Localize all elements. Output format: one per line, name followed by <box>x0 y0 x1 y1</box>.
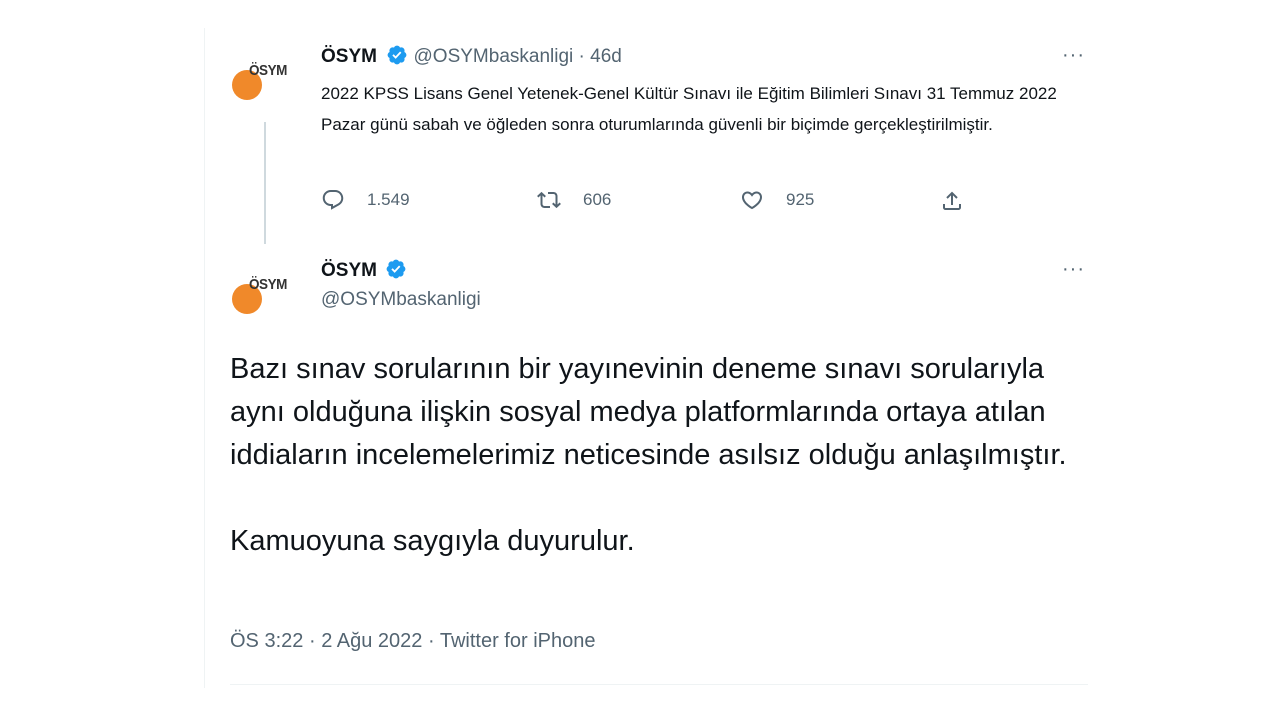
quoted-time[interactable]: 46d <box>590 46 622 67</box>
main-avatar[interactable]: ÖSYM <box>232 274 296 314</box>
verified-badge-icon <box>387 259 406 279</box>
quoted-more-button[interactable]: ··· <box>1062 44 1085 67</box>
like-button[interactable]: 925 <box>740 188 814 212</box>
thread-line <box>264 122 266 244</box>
main-tweet-header: ÖSYM <box>321 258 407 282</box>
reply-button[interactable]: 1.549 <box>321 188 410 212</box>
verified-badge-icon <box>387 45 407 65</box>
retweet-icon <box>537 191 561 209</box>
tweet-date: 2 Ağu 2022 <box>321 630 423 652</box>
main-tweet-paragraph: Kamuoyuna saygıyla duyurulur. <box>230 525 635 557</box>
quoted-avatar[interactable]: ÖSYM <box>232 60 296 100</box>
separator-dot: · <box>578 46 585 67</box>
quoted-handle[interactable]: @OSYMbaskanligi <box>414 46 574 67</box>
quoted-display-name[interactable]: ÖSYM <box>321 46 377 67</box>
tweet-source[interactable]: Twitter for iPhone <box>440 630 596 652</box>
main-handle[interactable]: @OSYMbaskanligi <box>321 289 481 311</box>
tweet-metadata: ÖS 3:22 · 2 Ağu 2022 · Twitter for iPhon… <box>230 630 595 653</box>
quoted-tweet-text: 2022 KPSS Lisans Genel Yetenek-Genel Kül… <box>321 84 1057 134</box>
reply-count: 1.549 <box>367 190 410 209</box>
avatar-logo-text: ÖSYM <box>249 62 287 79</box>
main-more-button[interactable]: ··· <box>1062 258 1085 281</box>
tweet-time: ÖS 3:22 <box>230 630 304 652</box>
main-tweet-paragraph: Bazı sınav sorularının bir yayınevinin d… <box>230 353 1067 471</box>
retweet-button[interactable]: 606 <box>537 188 611 212</box>
reply-icon <box>322 190 344 210</box>
quoted-tweet-header: ÖSYM @OSYMbaskanligi · 46d <box>321 44 622 68</box>
tweet-timestamp[interactable]: ÖS 3:22 · 2 Ağu 2022 <box>230 630 422 652</box>
separator-dot: · <box>308 630 316 652</box>
main-display-name[interactable]: ÖSYM <box>321 260 377 281</box>
share-button[interactable] <box>940 189 986 213</box>
main-tweet-text: Bazı sınav sorularının bir yayınevinin d… <box>230 348 1090 563</box>
divider <box>230 684 1088 685</box>
separator-dot: · <box>427 630 435 652</box>
share-icon <box>943 191 961 210</box>
retweet-count: 606 <box>583 190 612 209</box>
like-count: 925 <box>786 190 815 209</box>
heart-icon <box>741 191 763 210</box>
avatar-logo-text: ÖSYM <box>249 276 287 293</box>
